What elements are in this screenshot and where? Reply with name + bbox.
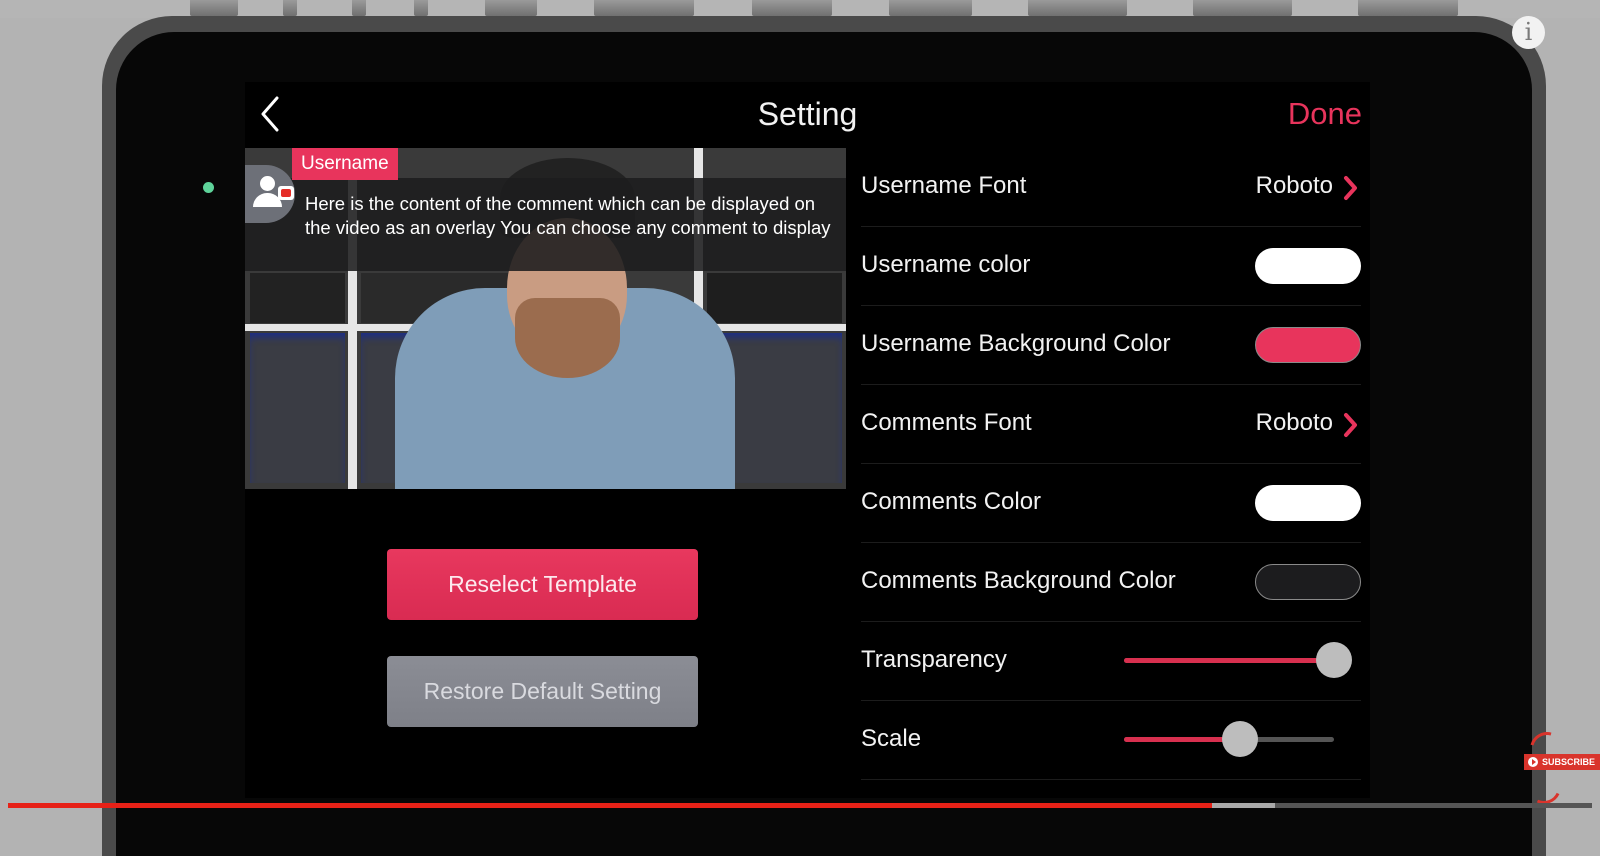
setting-scale: Scale — [861, 701, 1361, 780]
rig-knob — [414, 0, 428, 16]
slider-fill — [1124, 658, 1334, 663]
rig-knob — [1193, 0, 1292, 16]
username-bg-color-swatch[interactable] — [1255, 327, 1361, 363]
settings-list: Username Font Roboto Username color User… — [861, 148, 1361, 780]
person-beard — [515, 298, 620, 378]
slider-thumb[interactable] — [1316, 642, 1352, 678]
setting-value: Roboto — [1255, 409, 1333, 436]
video-preview: Username Here is the content of the comm… — [245, 148, 846, 489]
play-icon — [1528, 757, 1538, 767]
setting-username-bg-color: Username Background Color — [861, 306, 1361, 385]
status-led — [203, 182, 214, 193]
rig-knob — [594, 0, 694, 16]
setting-label: Comments Font — [861, 409, 1032, 436]
youtube-icon — [278, 186, 294, 200]
transparency-slider[interactable] — [1124, 642, 1352, 678]
setting-value: Roboto — [1255, 172, 1333, 199]
comments-color-swatch[interactable] — [1255, 485, 1361, 521]
camera-shelf — [250, 273, 345, 323]
setting-username-color: Username color — [861, 227, 1361, 306]
username-badge: Username — [292, 148, 398, 180]
chevron-right-icon[interactable] — [1339, 174, 1361, 202]
user-icon — [260, 176, 275, 191]
scale-slider[interactable] — [1124, 721, 1334, 757]
rig-knob — [485, 0, 537, 16]
rig-knob — [1358, 0, 1458, 16]
setting-username-font[interactable]: Username Font Roboto — [861, 148, 1361, 227]
setting-label: Username Background Color — [861, 330, 1171, 357]
setting-label: Comments Color — [861, 488, 1042, 515]
chevron-right-icon[interactable] — [1339, 411, 1361, 439]
subscribe-label: SUBSCRIBE — [1542, 757, 1596, 767]
setting-label: Comments Background Color — [861, 567, 1176, 594]
setting-label: Username Font — [861, 172, 1027, 199]
top-bar: Setting Done — [245, 82, 1370, 148]
rig-knob — [352, 0, 366, 16]
reselect-template-button[interactable]: Reselect Template — [387, 549, 698, 620]
page-title: Setting — [757, 96, 858, 132]
subscribe-button[interactable]: SUBSCRIBE — [1524, 754, 1600, 770]
rig-knob — [889, 0, 972, 16]
comment-text: Here is the content of the comment which… — [305, 193, 831, 238]
rig-knob — [752, 0, 832, 16]
setting-label: Transparency — [861, 646, 1007, 673]
username-color-swatch[interactable] — [1255, 248, 1361, 284]
setting-comments-color: Comments Color — [861, 464, 1361, 543]
setting-comments-font[interactable]: Comments Font Roboto — [861, 385, 1361, 464]
done-button[interactable]: Done — [1288, 96, 1362, 132]
setting-transparency: Transparency — [861, 622, 1361, 701]
rig-knob — [283, 0, 297, 16]
setting-label: Username color — [861, 251, 1031, 278]
progress-played — [8, 803, 1212, 808]
settings-app: Setting Done Username Here is the conten… — [245, 82, 1370, 798]
info-icon[interactable]: i — [1512, 16, 1545, 49]
camera-shelf — [707, 273, 842, 323]
setting-comments-bg-color: Comments Background Color — [861, 543, 1361, 622]
slider-thumb[interactable] — [1221, 721, 1258, 757]
rig-knob — [190, 0, 238, 16]
camera-shelf — [250, 333, 345, 483]
comments-bg-color-swatch[interactable] — [1255, 564, 1361, 600]
rig-knob — [1028, 0, 1127, 16]
restore-default-button[interactable]: Restore Default Setting — [387, 656, 698, 727]
setting-label: Scale — [861, 725, 922, 752]
video-progress-bar[interactable] — [8, 803, 1592, 808]
